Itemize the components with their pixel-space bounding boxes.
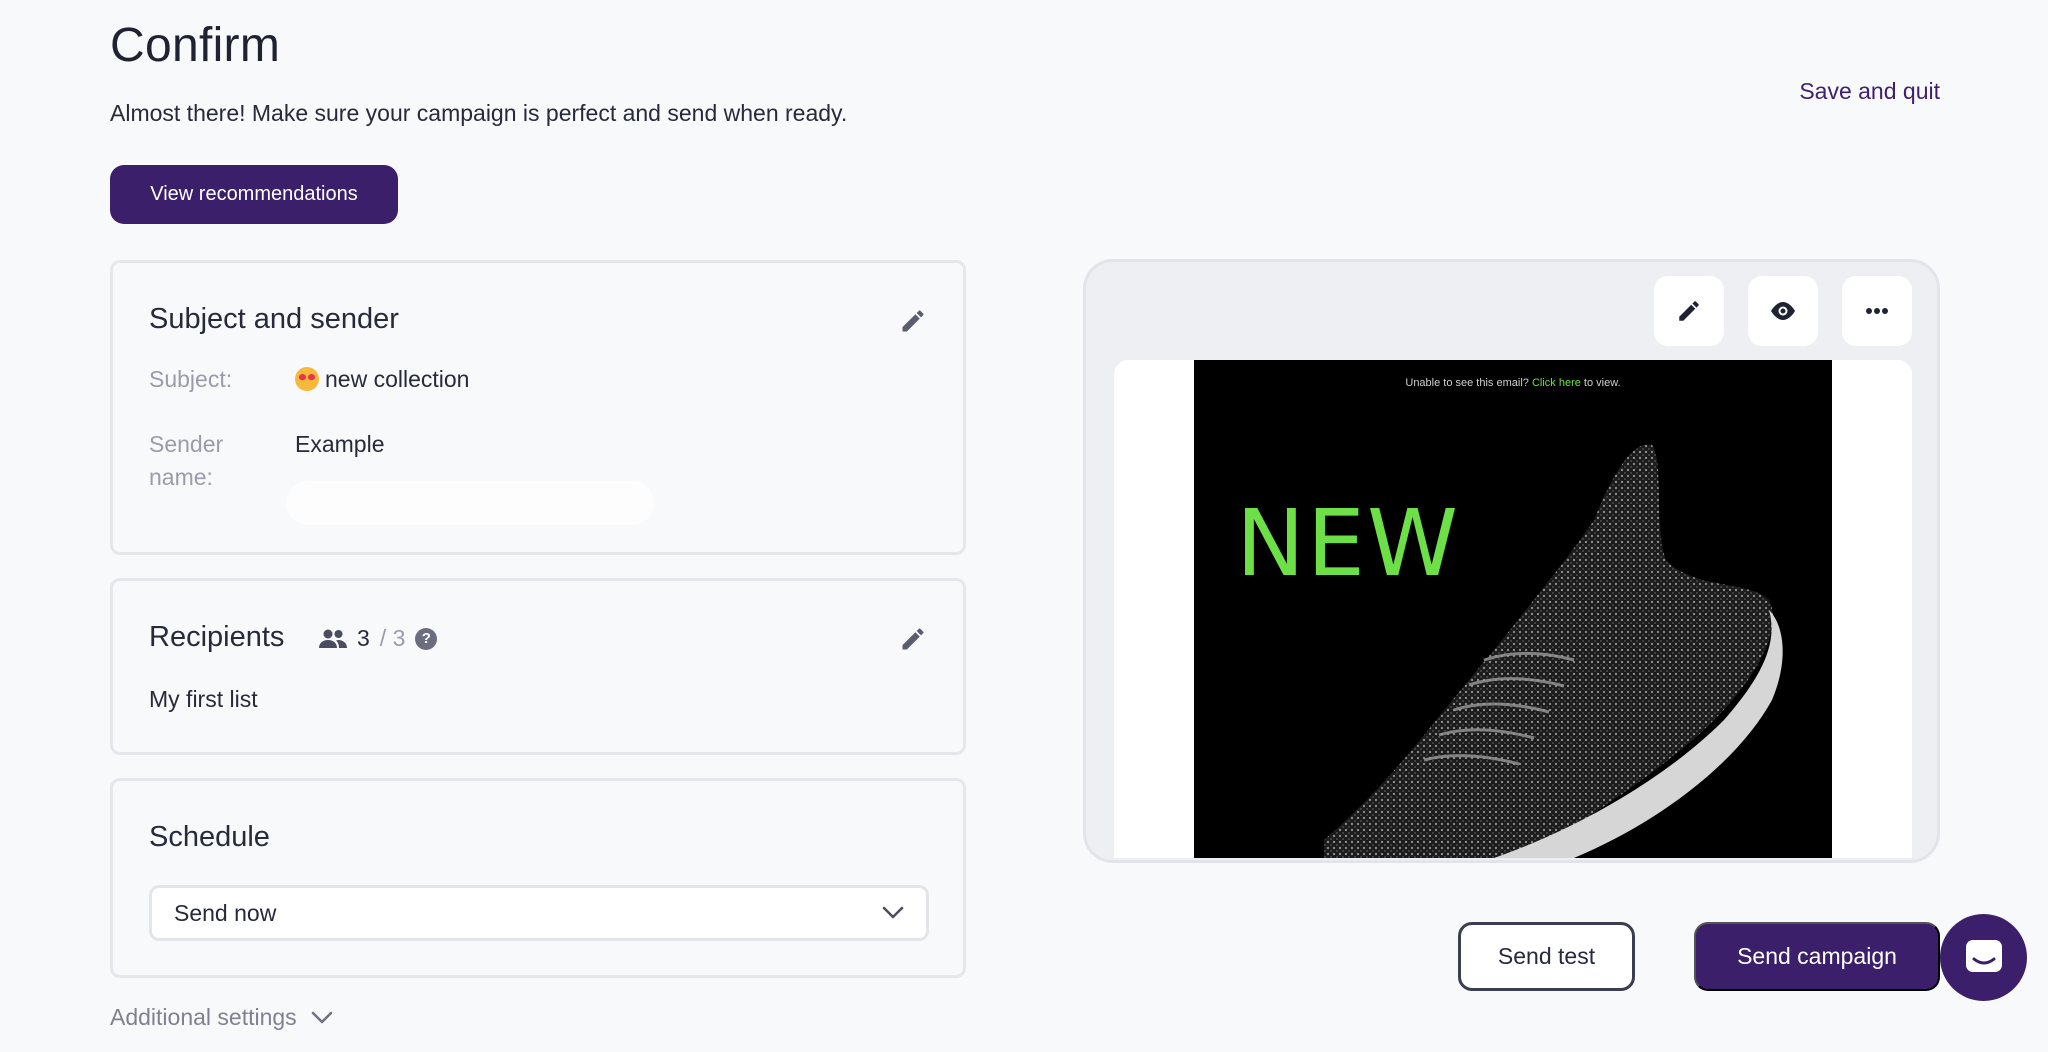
subject-sender-card: Subject and sender Subject: new collecti…: [110, 260, 966, 555]
edit-recipients-icon[interactable]: [899, 625, 927, 653]
schedule-card: Schedule Send now: [110, 778, 966, 978]
email-preview-viewport: Unable to see this email? Click here to …: [1114, 360, 1912, 858]
view-recommendations-button[interactable]: View recommendations: [110, 165, 398, 224]
sender-label-line2: name:: [149, 464, 213, 490]
eye-icon: [1771, 302, 1795, 320]
subject-label: Subject:: [149, 366, 233, 392]
sender-value: Example: [295, 431, 385, 457]
page-title: Confirm: [110, 19, 281, 72]
edit-subject-icon[interactable]: [899, 307, 927, 335]
send-test-button[interactable]: Send test: [1458, 922, 1635, 991]
recipients-total: / 3: [379, 625, 406, 651]
edit-design-button[interactable]: [1654, 276, 1724, 346]
chevron-down-icon: [882, 906, 904, 919]
subject-text: new collection: [325, 366, 470, 392]
heart-eyes-emoji-icon: [295, 367, 319, 391]
schedule-title: Schedule: [149, 821, 270, 853]
help-icon[interactable]: ?: [415, 627, 438, 650]
preview-button[interactable]: [1748, 276, 1818, 346]
schedule-selected-value: Send now: [174, 899, 277, 926]
more-options-button[interactable]: [1842, 276, 1912, 346]
save-and-quit-link[interactable]: Save and quit: [1799, 78, 1940, 105]
recipients-card: Recipients 3 / 3 ? My first list: [110, 578, 966, 755]
chevron-down-icon: [311, 1011, 332, 1023]
email-content: Unable to see this email? Click here to …: [1194, 360, 1832, 858]
sender-email-placeholder: [286, 481, 654, 525]
pencil-icon: [1679, 301, 1699, 321]
sender-label-line1: Sender: [149, 431, 224, 457]
sneaker-hero-image: [1324, 444, 1783, 858]
send-campaign-button[interactable]: Send campaign: [1694, 922, 1940, 991]
schedule-select[interactable]: Send now: [149, 885, 929, 941]
subject-sender-title: Subject and sender: [149, 303, 399, 335]
email-preview-panel: Unable to see this email? Click here to …: [1083, 259, 1940, 863]
chat-icon: [1965, 939, 2002, 972]
people-icon: [319, 629, 347, 648]
preview-headline: NEW: [1236, 490, 1460, 597]
page-subtitle: Almost there! Make sure your campaign is…: [110, 100, 848, 126]
recipient-list-name: My first list: [149, 686, 258, 712]
subject-value: new collection: [295, 363, 469, 396]
additional-settings-toggle[interactable]: Additional settings: [110, 1004, 333, 1031]
recipients-count: 3 / 3 ?: [319, 625, 438, 652]
chat-launcher-button[interactable]: [1940, 914, 2027, 1001]
recipients-title: Recipients: [149, 621, 285, 653]
recipients-number: 3: [357, 625, 370, 651]
additional-settings-label: Additional settings: [110, 1004, 297, 1030]
sender-label: Sender name:: [149, 428, 223, 494]
more-icon: [1866, 308, 1888, 314]
